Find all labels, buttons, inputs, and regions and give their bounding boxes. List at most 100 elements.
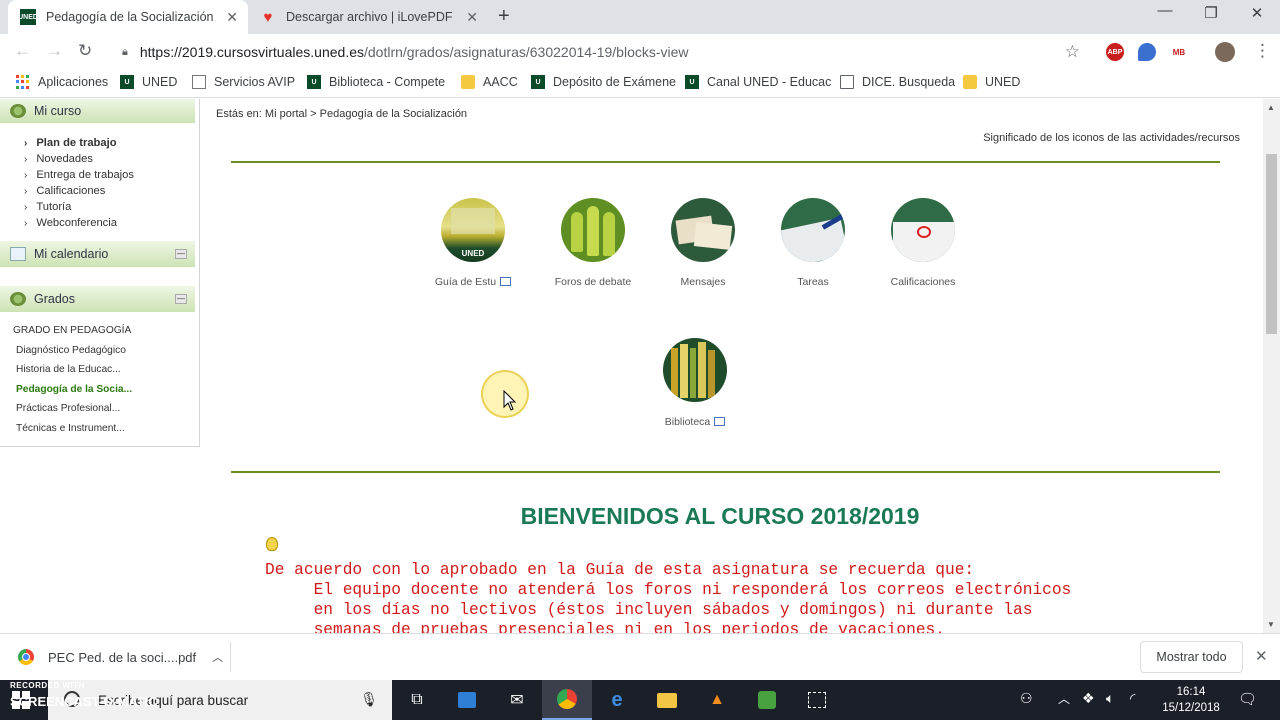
close-tab-icon[interactable]: ✕ (466, 9, 478, 26)
resource-guia-de-estudio[interactable]: UNED Guía de Estu (418, 198, 528, 288)
speaker-icon[interactable]: 🔈︎ (1106, 690, 1114, 707)
restore-button[interactable]: ❐ (1188, 4, 1234, 22)
breadcrumb: Estás en: Mi portal > Pedagogía de la So… (216, 108, 467, 120)
external-link-icon[interactable] (714, 417, 726, 426)
course-link[interactable]: Historia de la Educac... (13, 360, 132, 380)
vlc-icon[interactable]: ▲ (692, 680, 742, 720)
close-window-button[interactable]: ✕ (1234, 4, 1280, 22)
toolbar: ← → ↻ 🔒︎ https://2019.cursosvirtuales.un… (0, 34, 1280, 70)
chrome-taskbar-icon[interactable] (542, 680, 592, 720)
store-icon[interactable] (442, 680, 492, 720)
resource-label: Foros de debate (554, 276, 632, 288)
chat-extension-icon[interactable] (1138, 43, 1156, 61)
resource-calificaciones[interactable]: Calificaciones (868, 198, 978, 288)
study-guide-icon[interactable]: UNED (441, 198, 505, 262)
clock[interactable]: 16:14 15/12/2018 (1148, 684, 1234, 716)
forum-people-icon[interactable] (561, 198, 625, 262)
notifications-icon[interactable]: 🗨︎ (1238, 690, 1257, 708)
resource-foros-de-debate[interactable]: Foros de debate (538, 198, 648, 288)
scrollbar-thumb[interactable] (1266, 154, 1277, 334)
bookmark-aacc[interactable]: AACC (461, 75, 518, 89)
sidebar-item-calificaciones[interactable]: › Calificaciones (24, 183, 134, 199)
bookmark-uned-folder[interactable]: UNED (963, 75, 1020, 89)
grados-header[interactable]: Grados — (0, 286, 195, 312)
url-host: https://2019.cursosvirtuales.uned.es (139, 44, 364, 60)
bookmark-aplicaciones[interactable]: Aplicaciones (16, 75, 108, 89)
degree-title[interactable]: GRADO EN PEDAGOGÍA (13, 321, 132, 341)
show-all-downloads-button[interactable]: Mostrar todo (1140, 641, 1243, 673)
download-item[interactable]: PEC Ped. de la soci....pdf ︿ (18, 649, 223, 665)
tab-pedagogia[interactable]: UNED Pedagogía de la Socialización ✕ (8, 0, 248, 34)
breadcrumb-home-link[interactable]: Mi portal (265, 108, 307, 120)
course-link[interactable]: Prácticas Profesional... (13, 399, 132, 419)
lock-icon[interactable]: 🔒︎ (122, 46, 128, 59)
page-icon (840, 75, 854, 89)
mi-curso-header[interactable]: Mi curso (0, 99, 195, 123)
messages-letters-icon[interactable] (671, 198, 735, 262)
adblock-extension-icon[interactable]: ABP (1106, 43, 1124, 61)
mb-extension-icon[interactable]: MB (1170, 43, 1188, 61)
icon-legend-link[interactable]: Significado de los iconos de las activid… (983, 132, 1240, 144)
snipping-tool-icon[interactable] (792, 680, 842, 720)
reload-button[interactable]: ↻ (78, 41, 92, 61)
menu-kebab-icon[interactable]: ⋮ (1254, 41, 1271, 61)
library-books-icon[interactable] (663, 338, 727, 402)
resource-tareas[interactable]: Tareas (758, 198, 868, 288)
sidebar-item-label: Entrega de trabajos (36, 169, 134, 181)
resource-mensajes[interactable]: Mensajes (648, 198, 758, 288)
back-button[interactable]: ← (14, 41, 31, 61)
edge-icon[interactable]: e (592, 680, 642, 720)
bookmark-label: Servicios AVIP (214, 75, 296, 89)
sidebar-item-novedades[interactable]: › Novedades (24, 151, 134, 167)
task-view-icon[interactable]: ⧉ (392, 680, 442, 720)
minimize-button[interactable]: — (1142, 2, 1188, 19)
folder-icon (963, 75, 977, 89)
clock-date: 15/12/2018 (1162, 702, 1220, 714)
tab-ilovepdf[interactable]: ♥ Descargar archivo | iLovePDF ✕ (248, 0, 488, 34)
microphone-icon[interactable]: 🎙︎ (360, 691, 378, 708)
course-link[interactable]: Técnicas e Instrument... (13, 419, 132, 439)
bookmark-biblioteca[interactable]: U Biblioteca - Compete (307, 75, 445, 89)
scroll-up-arrow-icon[interactable]: ▲ (1267, 103, 1275, 112)
sidebar-item-entrega-de-trabajos[interactable]: › Entrega de trabajos (24, 167, 134, 183)
chevron-right-icon: › (24, 169, 28, 181)
bookmark-servicios-avip[interactable]: Servicios AVIP (192, 75, 295, 89)
minimize-icon[interactable]: — (175, 249, 187, 259)
resource-biblioteca[interactable]: Biblioteca (640, 338, 750, 428)
new-tab-button[interactable]: + (498, 5, 510, 28)
calendar-icon (10, 247, 26, 261)
bookmark-deposito-examenes[interactable]: U Depósito de Exámene (531, 75, 676, 89)
bookmark-label: Aplicaciones (38, 75, 109, 89)
close-tab-icon[interactable]: ✕ (226, 9, 238, 26)
bookmark-uned[interactable]: U UNED (120, 75, 177, 89)
bookmark-canal-uned[interactable]: U Canal UNED - Educac (685, 75, 831, 89)
bookmark-dice[interactable]: DICE. Busqueda (840, 75, 955, 89)
close-downloads-icon[interactable]: ✕ (1255, 647, 1268, 665)
green-app-icon[interactable] (742, 680, 792, 720)
chevron-up-icon[interactable]: ︿ (212, 649, 223, 665)
file-explorer-icon[interactable] (642, 680, 692, 720)
sidebar-item-plan-de-trabajo[interactable]: › Plan de trabajo (24, 135, 134, 151)
people-icon[interactable]: ⚇ (1020, 690, 1033, 707)
dropbox-icon[interactable]: ❖ (1082, 690, 1095, 707)
course-link[interactable]: Diagnóstico Pedagógico (13, 341, 132, 361)
address-bar[interactable]: 🔒︎ https://2019.cursosvirtuales.uned.es /… (112, 38, 1092, 66)
network-icon[interactable]: ◜ (1130, 690, 1135, 707)
chevron-right-icon: › (24, 217, 28, 229)
scroll-down-arrow-icon[interactable]: ▼ (1267, 620, 1275, 629)
chevron-up-icon[interactable]: ︿ (1058, 690, 1070, 707)
tasks-writing-icon[interactable] (781, 198, 845, 262)
sidebar-item-tutoria[interactable]: › Tutoría (24, 199, 134, 215)
grades-paper-icon[interactable] (891, 198, 955, 262)
sidebar-item-webconferencia[interactable]: › Webconferencia (24, 215, 134, 231)
course-link-current[interactable]: Pedagogía de la Socia... (13, 380, 132, 400)
mail-icon[interactable]: ✉ (492, 680, 542, 720)
profile-avatar[interactable] (1215, 42, 1235, 62)
bookmark-star-icon[interactable]: ☆ (1065, 42, 1080, 62)
external-link-icon[interactable] (500, 277, 512, 286)
mi-calendario-header[interactable]: Mi calendario — (0, 241, 195, 267)
minimize-icon[interactable]: — (175, 294, 187, 304)
page-scrollbar[interactable]: ▲ ▼ (1263, 99, 1280, 633)
mouse-cursor-icon (503, 390, 517, 411)
forward-button[interactable]: → (46, 41, 63, 61)
